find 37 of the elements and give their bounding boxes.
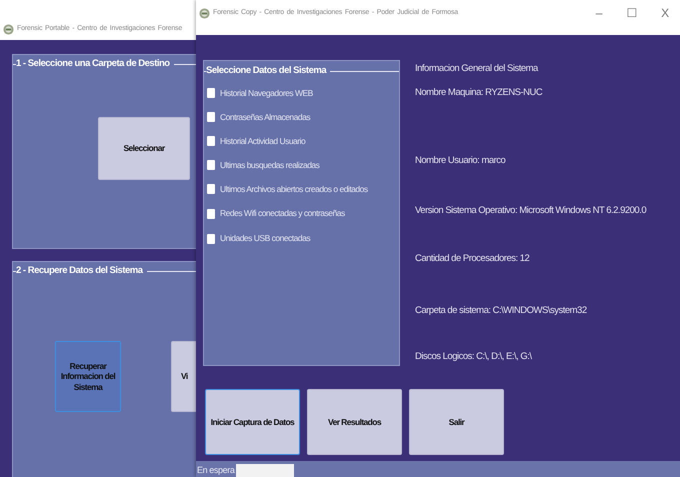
button[interactable]: Recuperar Informacion del Sistema [55, 341, 121, 412]
close-button[interactable]: X [650, 4, 680, 22]
checkbox[interactable] [207, 136, 215, 146]
checkbox[interactable] [207, 234, 215, 244]
button[interactable]: Ver Resultados [307, 389, 402, 455]
button[interactable]: Seleccionar [98, 117, 190, 180]
checkbox[interactable] [207, 88, 215, 98]
app-icon [3, 24, 14, 34]
info-text: Discos Logicos: C:\, D:\, E:\, G:\ [415, 350, 533, 364]
checkbox[interactable] [207, 160, 215, 170]
group-title: 1 - Seleccione una Carpeta de Destino [16, 57, 170, 71]
checkbox-label: Ultimos Archivos abiertos creados o editados [220, 182, 368, 196]
info-text: Nombre Usuario: marco [415, 154, 506, 168]
button[interactable]: Vi [171, 341, 196, 412]
info-text: Carpeta de sistema: C:\WINDOWS\system32 [415, 304, 588, 318]
checkbox-label: Unidades USB conectadas [220, 232, 310, 246]
checkbox-label: Historial Actividad Usuario [220, 134, 306, 148]
info-text: Nombre Maquina: RYZENS-NUC [415, 86, 544, 100]
group-title: 2 - Recupere Datos del Sistema [16, 264, 142, 278]
progress-field [236, 464, 294, 477]
app-icon [199, 8, 210, 18]
status-text: En espera [196, 464, 234, 477]
maximize-button[interactable]: ☐ [617, 4, 647, 22]
info-text: Cantidad de Procesadores: 12 [415, 252, 530, 266]
group-title: Seleccione Datos del Sistema [206, 64, 326, 78]
checkbox-label: Historial Navegadores WEB [220, 86, 313, 100]
button[interactable]: Salir [409, 389, 504, 455]
checkbox-label: Contraseñas Almacenadas [220, 110, 310, 124]
checkbox[interactable] [207, 208, 215, 219]
checkbox-label: Redes Wifi conectadas y contraseñas [220, 207, 345, 220]
checkbox-label: Ultimas busquedas realizadas [220, 158, 320, 172]
checkbox[interactable] [207, 184, 215, 194]
info-text: Version Sistema Operativo: Microsoft Windows NT 6.2.9200.0 [415, 204, 646, 218]
minimize-button[interactable]: – [584, 4, 614, 22]
button[interactable]: Iniciar Captura de Datos [205, 389, 300, 455]
info-text: Informacion General del Sistema [415, 62, 540, 76]
checkbox[interactable] [207, 112, 215, 122]
